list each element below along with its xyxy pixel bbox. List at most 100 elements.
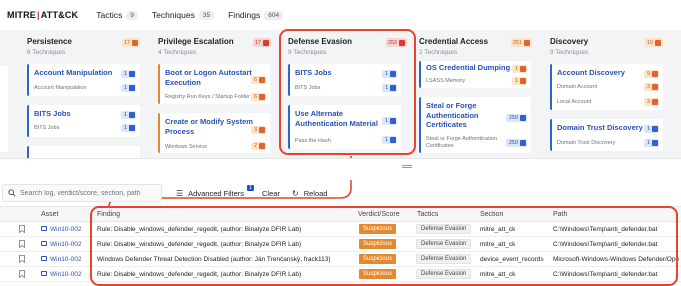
reload-button[interactable]: ↻ Reload: [292, 186, 327, 200]
technique-card[interactable]: Account Manipulation Account Manipulatio…: [27, 64, 140, 96]
findings-toolbar: ☰ Advanced Filters 1 Clear ↻ Reload: [0, 180, 681, 206]
tab-label: Findings: [228, 10, 261, 20]
sub-technique: Windows Service: [165, 144, 208, 150]
technique-count-pill: 1: [511, 65, 527, 73]
computer-icon: [41, 255, 47, 261]
flag-icon: [129, 85, 135, 91]
technique-title: BITS Jobs: [34, 109, 71, 118]
technique-count-pill: 1: [120, 111, 136, 119]
reload-label: Reload: [303, 188, 328, 198]
logo-right: ATT&CK: [40, 10, 79, 20]
bookmark-icon[interactable]: [19, 255, 25, 263]
technique-count-pill: 6: [250, 76, 266, 84]
sub-technique-count-pill: 1: [511, 77, 527, 85]
alert-icon: [655, 39, 661, 46]
matrix-column-partial: [0, 30, 10, 158]
technique-title: Boot or Logon Autostart Execution: [165, 68, 252, 87]
matrix-column-persistence: Persistence 6 Techniques 17 Account Mani…: [27, 30, 143, 158]
technique-card[interactable]: Create or Modify System Process Windows …: [158, 113, 270, 153]
advanced-filters-label: Advanced Filters: [188, 188, 245, 198]
tab-tactics[interactable]: Tactics 9: [96, 10, 138, 20]
flag-icon: [652, 126, 658, 132]
clear-button[interactable]: Clear: [262, 186, 280, 200]
asset-link[interactable]: Win10-002: [41, 225, 81, 233]
search-box[interactable]: [2, 184, 162, 202]
computer-icon: [41, 270, 47, 276]
technique-title: Account Manipulation: [34, 68, 113, 77]
technique-count-pill: 250: [505, 114, 527, 122]
resize-handle[interactable]: [402, 165, 412, 168]
sub-technique-count-pill: 2: [250, 142, 266, 150]
technique-count-pill: 3: [250, 126, 266, 134]
technique-card-cutoff[interactable]: [27, 146, 140, 158]
findings-highlight: [90, 206, 678, 286]
alert-icon: [132, 39, 138, 46]
technique-title: Steal or Forge Authentication Certificat…: [426, 101, 479, 129]
technique-card[interactable]: Steal or Forge Authentication Certificat…: [419, 97, 531, 153]
badge-count: 251: [512, 39, 522, 46]
advanced-filters-button[interactable]: ☰ Advanced Filters 1: [176, 185, 255, 200]
tab-techniques[interactable]: Techniques 35: [151, 10, 215, 20]
technique-title: Domain Trust Discovery: [557, 123, 643, 132]
technique-count-pill: 9: [643, 70, 659, 78]
tab-findings[interactable]: Findings 604: [228, 10, 284, 20]
bookmark-icon[interactable]: [19, 240, 25, 248]
mitre-attack-logo: MITRE|ATT&CK: [7, 10, 78, 20]
badge-count: 17: [123, 39, 130, 46]
alert-icon: [524, 39, 530, 46]
panel-divider[interactable]: [0, 158, 681, 180]
matrix-column-credential-access: Credential Access 2 Techniques 251 OS Cr…: [419, 30, 535, 158]
computer-icon: [41, 225, 47, 231]
badge-count: 10: [646, 39, 653, 46]
technique-card-partial[interactable]: [0, 66, 8, 152]
technique-card[interactable]: Domain Trust Discovery Domain Trust Disc…: [550, 119, 663, 151]
flag-icon: [129, 125, 135, 131]
column-count-badge: 10: [644, 38, 663, 47]
column-header: Privilege Escalation 4 Techniques 17: [158, 36, 274, 60]
technique-card[interactable]: BITS Jobs BITS Jobs 1 1: [27, 105, 140, 137]
flag-icon: [259, 127, 265, 133]
technique-card[interactable]: Account Discovery Domain Account Local A…: [550, 64, 663, 110]
sub-technique-count-pill: 1: [643, 139, 659, 147]
top-bar: MITRE|ATT&CK Tactics 9 Techniques 35 Fin…: [0, 0, 681, 30]
sub-technique-count-pill: 1: [120, 84, 136, 92]
flag-icon: [520, 78, 526, 84]
sub-technique-count-pill: 250: [505, 139, 527, 147]
asset-link[interactable]: Win10-002: [41, 270, 81, 278]
column-count-badge: 251: [510, 38, 532, 47]
reload-icon: ↻: [292, 188, 299, 198]
column-title: Discovery: [550, 37, 589, 46]
technique-title: Create or Modify System Process: [165, 117, 253, 136]
flag-icon: [520, 66, 526, 72]
bookmark-icon[interactable]: [19, 225, 25, 233]
computer-icon: [41, 240, 47, 246]
flag-icon: [652, 140, 658, 146]
search-icon: [8, 189, 16, 197]
technique-card[interactable]: OS Credential Dumping LSASS Memory 1 1: [419, 61, 531, 88]
column-count-badge: 17: [252, 38, 271, 47]
filter-count-badge: 1: [247, 185, 255, 191]
sub-technique: Account Manipulation: [34, 85, 87, 91]
flag-icon: [129, 112, 135, 118]
asset-link[interactable]: Win10-002: [41, 240, 81, 248]
bookmark-icon[interactable]: [19, 270, 25, 278]
sub-technique-count-pill: 3: [643, 83, 659, 91]
technique-title: OS Credential Dumping: [426, 63, 511, 72]
tab-count: 35: [198, 10, 215, 20]
sub-technique: LSASS Memory: [426, 78, 466, 84]
flag-icon: [520, 140, 526, 146]
flag-icon: [129, 71, 135, 77]
logo-left: MITRE: [7, 10, 36, 20]
technique-count-pill: 1: [120, 70, 136, 78]
asset-link[interactable]: Win10-002: [41, 255, 81, 263]
search-input[interactable]: [20, 189, 160, 197]
sub-technique-count-pill: 3: [643, 98, 659, 106]
column-title: Privilege Escalation: [158, 37, 234, 46]
technique-card[interactable]: Boot or Logon Autostart Execution Regist…: [158, 64, 270, 104]
tab-count: 604: [264, 10, 284, 20]
tab-label: Techniques: [151, 10, 195, 20]
column-header: Persistence 6 Techniques 17: [27, 36, 143, 60]
flag-icon: [259, 77, 265, 83]
column-header-asset[interactable]: Asset: [41, 211, 59, 218]
flag-icon: [652, 71, 658, 77]
